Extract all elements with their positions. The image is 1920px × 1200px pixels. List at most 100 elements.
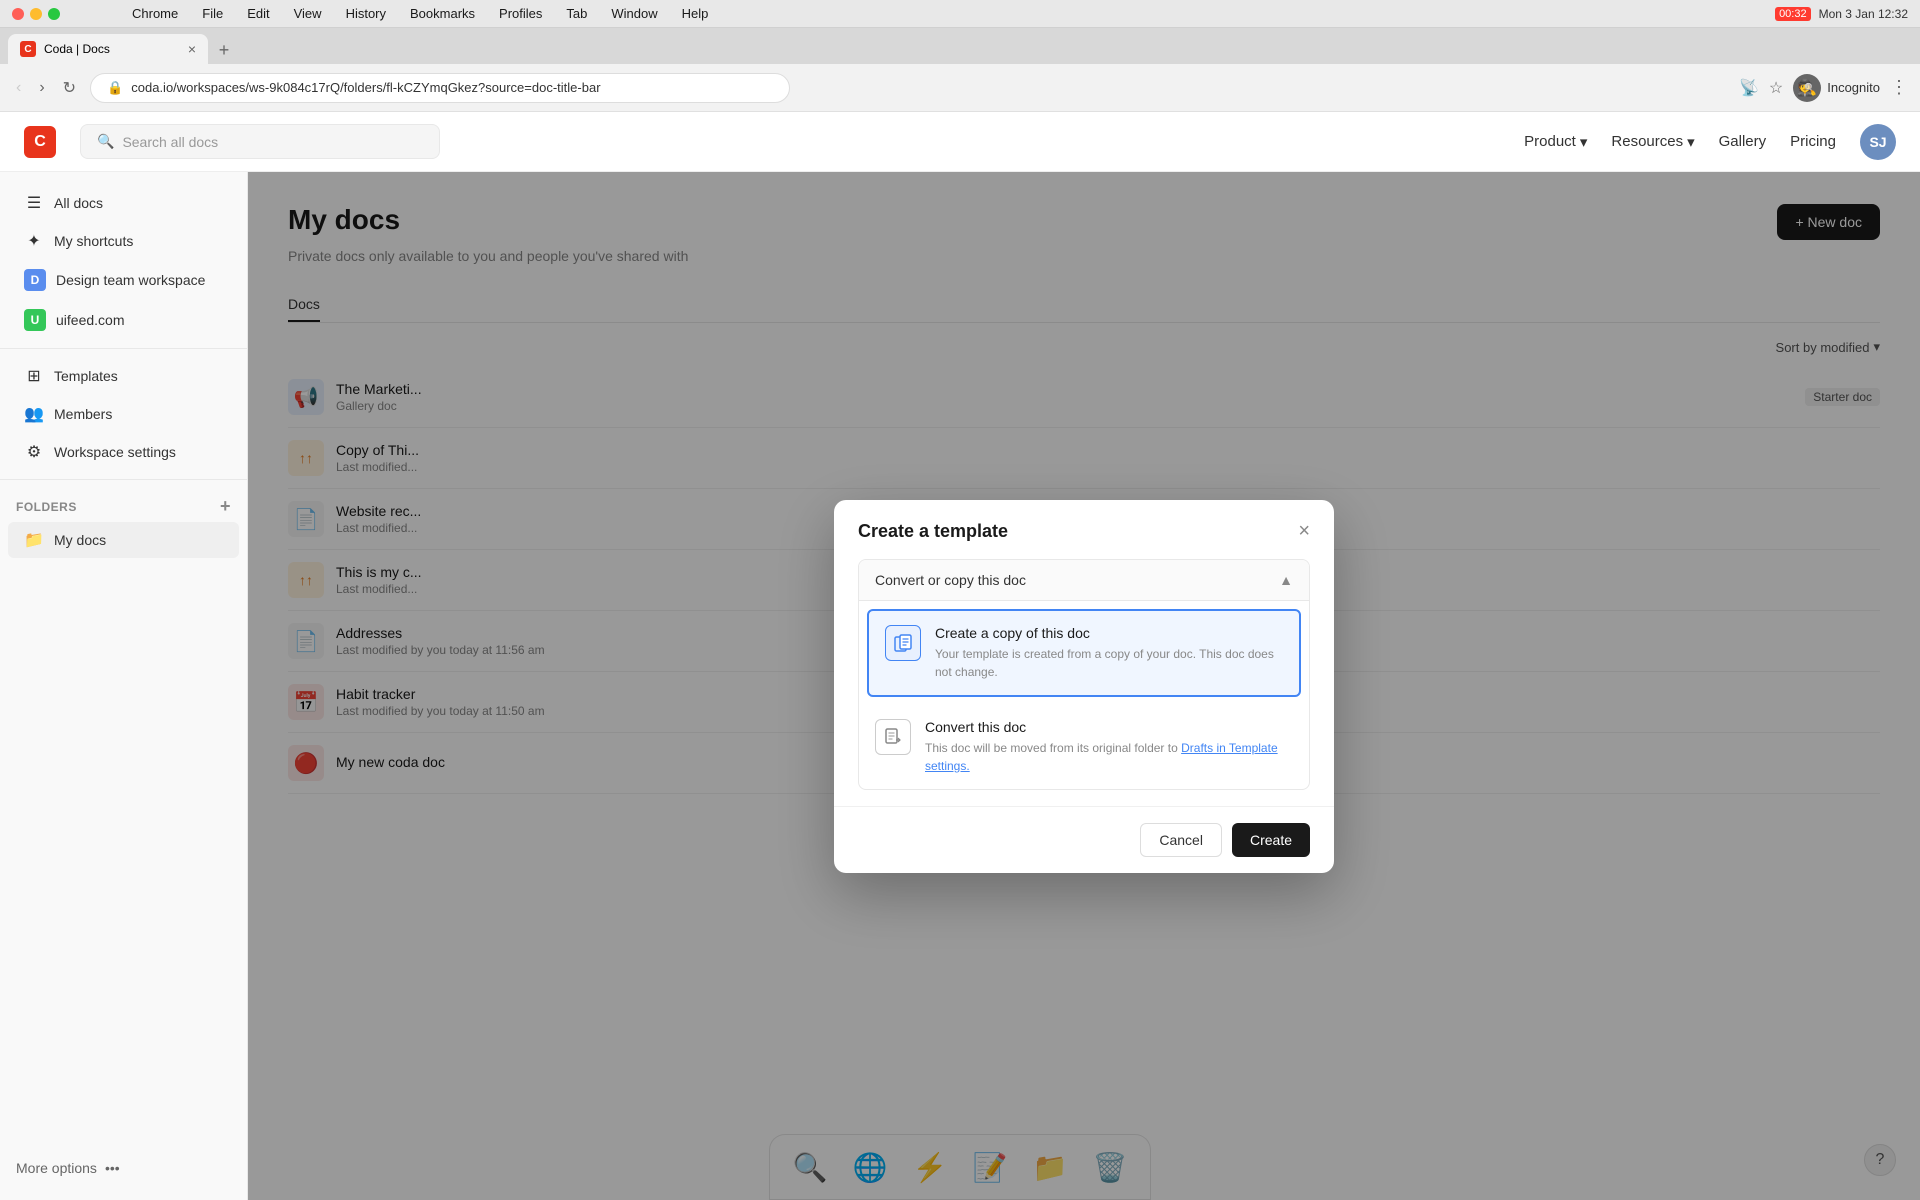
tab-bar: C Coda | Docs × +	[0, 28, 1920, 64]
templates-icon: ⊞	[24, 366, 44, 386]
clock: Mon 3 Jan 12:32	[1819, 7, 1908, 21]
incognito-icon: 🕵	[1793, 74, 1821, 102]
traffic-lights	[12, 8, 60, 20]
folders-label: FOLDERS	[16, 500, 77, 514]
tab-title: Coda | Docs	[44, 42, 110, 56]
address-bar: ‹ › ↻ 🔒 coda.io/workspaces/ws-9k084c17rQ…	[0, 64, 1920, 112]
cast-icon[interactable]: 📡	[1739, 78, 1759, 98]
modal-close-button[interactable]: ×	[1298, 520, 1310, 543]
forward-button[interactable]: ›	[35, 75, 48, 101]
sidebar-shortcuts-label: My shortcuts	[54, 233, 133, 249]
menu-window[interactable]: Window	[607, 4, 661, 23]
cancel-button[interactable]: Cancel	[1140, 823, 1222, 857]
menu-help[interactable]: Help	[678, 4, 713, 23]
section-title: Convert or copy this doc	[875, 572, 1026, 588]
sidebar-templates-label: Templates	[54, 368, 118, 384]
url-text: coda.io/workspaces/ws-9k084c17rQ/folders…	[131, 80, 600, 95]
create-template-modal: Create a template × Convert or copy this…	[834, 500, 1334, 873]
menu-file[interactable]: File	[198, 4, 227, 23]
nav-product[interactable]: Product ▾	[1524, 133, 1587, 151]
sidebar-item-all-docs[interactable]: ☰ All docs	[8, 185, 239, 221]
sidebar-my-docs-label: My docs	[54, 532, 106, 548]
option-desc: Your template is created from a copy of …	[935, 645, 1283, 681]
modal-title: Create a template	[858, 521, 1008, 542]
sidebar-divider-2	[0, 479, 247, 480]
coda-logo[interactable]: C	[24, 126, 56, 158]
ellipsis-icon: •••	[105, 1160, 120, 1176]
modal-footer: Cancel Create	[834, 806, 1334, 873]
settings-icon: ⚙	[24, 442, 44, 462]
sidebar-item-design-team[interactable]: D Design team workspace	[8, 261, 239, 299]
sidebar-bottom: More options •••	[0, 1148, 247, 1188]
copy-doc-icon	[885, 625, 921, 661]
add-folder-button[interactable]: +	[220, 496, 231, 517]
sidebar-item-my-shortcuts[interactable]: ✦ My shortcuts	[8, 223, 239, 259]
tab-close-button[interactable]: ×	[188, 41, 196, 57]
option-content: Convert this doc This doc will be moved …	[925, 719, 1293, 775]
sidebar-design-team-label: Design team workspace	[56, 272, 205, 288]
menu-view[interactable]: View	[290, 4, 326, 23]
bookmark-icon[interactable]: ☆	[1769, 78, 1783, 98]
create-button[interactable]: Create	[1232, 823, 1310, 857]
collapse-icon[interactable]: ▲	[1279, 572, 1293, 588]
reload-button[interactable]: ↻	[59, 74, 80, 102]
sidebar-uifeed-label: uifeed.com	[56, 312, 124, 328]
back-button[interactable]: ‹	[12, 75, 25, 101]
all-docs-icon: ☰	[24, 193, 44, 213]
chevron-down-icon: ▾	[1580, 133, 1588, 151]
menu-bookmarks[interactable]: Bookmarks	[406, 4, 479, 23]
design-team-avatar: D	[24, 269, 46, 291]
members-icon: 👥	[24, 404, 44, 424]
more-options-button[interactable]: More options •••	[16, 1160, 231, 1176]
maximize-window-button[interactable]	[48, 8, 60, 20]
uifeed-avatar: U	[24, 309, 46, 331]
search-icon: 🔍	[97, 133, 114, 150]
incognito-label: Incognito	[1827, 80, 1880, 95]
minimize-window-button[interactable]	[30, 8, 42, 20]
sidebar: ☰ All docs ✦ My shortcuts D Design team …	[0, 172, 248, 1200]
menu-chrome[interactable]: Chrome	[128, 4, 182, 23]
folders-section: FOLDERS +	[0, 488, 247, 521]
nav-pricing[interactable]: Pricing	[1790, 133, 1836, 150]
sidebar-item-members[interactable]: 👥 Members	[8, 396, 239, 432]
coda-nav-right: Product ▾ Resources ▾ Gallery Pricing SJ	[1524, 124, 1896, 160]
address-input[interactable]: 🔒 coda.io/workspaces/ws-9k084c17rQ/folde…	[90, 73, 790, 103]
sidebar-item-uifeed[interactable]: U uifeed.com	[8, 301, 239, 339]
option-convert-doc[interactable]: Convert this doc This doc will be moved …	[859, 705, 1309, 789]
address-bar-right: 📡 ☆ 🕵 Incognito ⋮	[1739, 74, 1908, 102]
title-bar: Chrome File Edit View History Bookmarks …	[0, 0, 1920, 28]
avatar[interactable]: SJ	[1860, 124, 1896, 160]
sidebar-item-workspace-settings[interactable]: ⚙ Workspace settings	[8, 434, 239, 470]
option-create-copy[interactable]: Create a copy of this doc Your template …	[867, 609, 1301, 697]
incognito-badge: 🕵 Incognito	[1793, 74, 1880, 102]
sidebar-settings-label: Workspace settings	[54, 444, 176, 460]
nav-resources[interactable]: Resources ▾	[1611, 133, 1694, 151]
macos-menu-bar: Chrome File Edit View History Bookmarks …	[128, 4, 712, 23]
folder-icon: 📁	[24, 530, 44, 550]
modal-section: Convert or copy this doc ▲	[858, 559, 1310, 790]
title-bar-right: 00:32 Mon 3 Jan 12:32	[1775, 7, 1908, 21]
modal-section-header: Convert or copy this doc ▲	[859, 560, 1309, 601]
star-icon: ✦	[24, 231, 44, 251]
more-browser-options[interactable]: ⋮	[1890, 77, 1908, 98]
new-tab-button[interactable]: +	[210, 36, 238, 64]
menu-history[interactable]: History	[342, 4, 390, 23]
coda-navbar: C 🔍 Search all docs Product ▾ Resources …	[0, 112, 1920, 172]
browser-tab[interactable]: C Coda | Docs ×	[8, 34, 208, 64]
sidebar-item-templates[interactable]: ⊞ Templates	[8, 358, 239, 394]
menu-edit[interactable]: Edit	[243, 4, 273, 23]
chevron-down-icon: ▾	[1687, 133, 1695, 151]
menu-profiles[interactable]: Profiles	[495, 4, 546, 23]
modal-overlay[interactable]: Create a template × Convert or copy this…	[248, 172, 1920, 1200]
menu-tab[interactable]: Tab	[562, 4, 591, 23]
sidebar-item-my-docs[interactable]: 📁 My docs	[8, 522, 239, 558]
more-options-label: More options	[16, 1160, 97, 1176]
close-window-button[interactable]	[12, 8, 24, 20]
content-area: My docs + New doc Private docs only avai…	[248, 172, 1920, 1200]
option-title: Create a copy of this doc	[935, 625, 1283, 641]
nav-gallery[interactable]: Gallery	[1719, 133, 1767, 150]
option-content: Create a copy of this doc Your template …	[935, 625, 1283, 681]
search-input[interactable]: 🔍 Search all docs	[80, 124, 440, 159]
sidebar-divider	[0, 348, 247, 349]
lock-icon: 🔒	[107, 80, 123, 96]
